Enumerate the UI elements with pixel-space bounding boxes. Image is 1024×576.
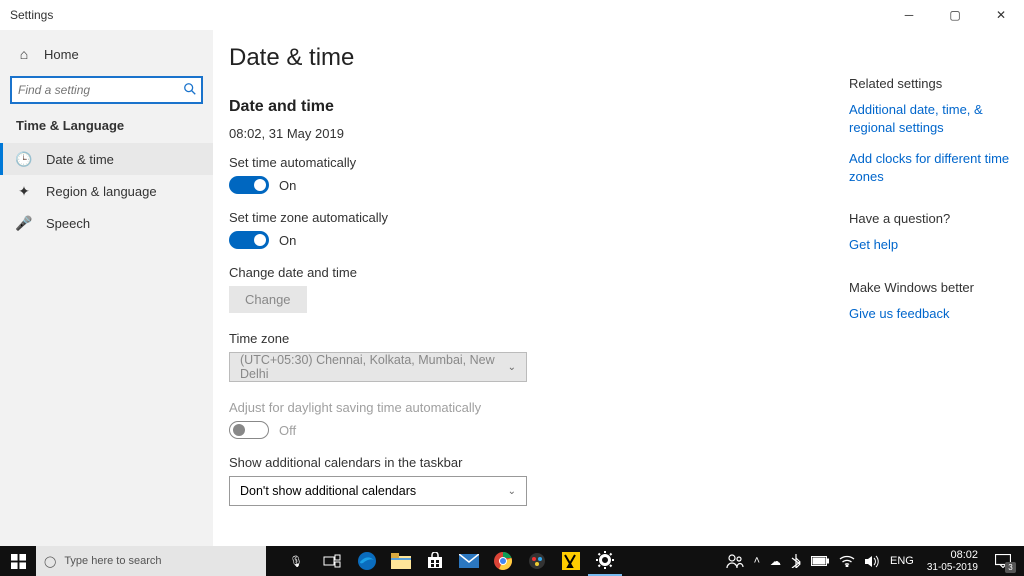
timezone-value: (UTC+05:30) Chennai, Kolkata, Mumbai, Ne… bbox=[240, 353, 508, 381]
cortana-icon: ◯ bbox=[44, 555, 56, 568]
current-datetime: 08:02, 31 May 2019 bbox=[229, 126, 829, 141]
language-icon: ✦ bbox=[16, 183, 32, 199]
have-question-heading: Have a question? bbox=[849, 211, 1014, 226]
set-tz-auto-label: Set time zone automatically bbox=[229, 210, 829, 225]
chevron-down-icon: ⌄ bbox=[508, 362, 516, 373]
show-cal-value: Don't show additional calendars bbox=[240, 484, 416, 498]
taskbar-app-misc2[interactable] bbox=[554, 546, 588, 576]
tray-battery-icon[interactable] bbox=[806, 546, 834, 576]
set-tz-auto-row: On bbox=[229, 231, 829, 249]
dst-label: Adjust for daylight saving time automati… bbox=[229, 400, 829, 415]
search-icon bbox=[183, 82, 197, 96]
window-title: Settings bbox=[10, 8, 886, 22]
sidebar-search[interactable] bbox=[10, 76, 203, 104]
search-input[interactable] bbox=[10, 76, 203, 104]
sidebar: ⌂ Home Time & Language 🕒 Date & time ✦ R… bbox=[0, 30, 213, 546]
tray-wifi-icon[interactable] bbox=[834, 546, 860, 576]
main-area: Date & time Date and time 08:02, 31 May … bbox=[213, 30, 1024, 546]
link-regional-settings[interactable]: Additional date, time, & regional settin… bbox=[849, 101, 1014, 136]
notification-badge: 3 bbox=[1005, 562, 1016, 573]
sidebar-item-label: Date & time bbox=[46, 152, 114, 167]
home-label: Home bbox=[44, 47, 79, 62]
clock-calendar-icon: 🕒 bbox=[16, 151, 32, 167]
content-pane: Date & time Date and time 08:02, 31 May … bbox=[213, 30, 849, 546]
maximize-button[interactable]: ▢ bbox=[932, 0, 978, 30]
page-title: Date & time bbox=[229, 44, 829, 72]
timezone-label: Time zone bbox=[229, 331, 829, 346]
link-add-clocks[interactable]: Add clocks for different time zones bbox=[849, 150, 1014, 185]
sidebar-item-region-language[interactable]: ✦ Region & language bbox=[0, 175, 213, 207]
start-button[interactable] bbox=[0, 546, 36, 576]
taskbar-app-store[interactable] bbox=[418, 546, 452, 576]
taskbar-app-chrome[interactable] bbox=[486, 546, 520, 576]
tray-onedrive-icon[interactable]: ☁ bbox=[765, 546, 786, 576]
sidebar-item-label: Region & language bbox=[46, 184, 157, 199]
settings-window: Settings ─ ▢ ✕ ⌂ Home Time & Language 🕒 … bbox=[0, 0, 1024, 576]
set-tz-auto-toggle[interactable] bbox=[229, 231, 269, 249]
tray-language[interactable]: ENG bbox=[885, 546, 919, 576]
minimize-button[interactable]: ─ bbox=[886, 0, 932, 30]
tray-date: 31-05-2019 bbox=[927, 562, 978, 573]
right-pane: Related settings Additional date, time, … bbox=[849, 30, 1024, 546]
show-cal-label: Show additional calendars in the taskbar bbox=[229, 455, 829, 470]
set-time-auto-label: Set time automatically bbox=[229, 155, 829, 170]
close-button[interactable]: ✕ bbox=[978, 0, 1024, 30]
task-view-button[interactable] bbox=[314, 546, 350, 576]
home-icon: ⌂ bbox=[16, 46, 32, 62]
sidebar-item-date-time[interactable]: 🕒 Date & time bbox=[0, 143, 213, 175]
system-tray: ˄ ☁ ENG 08:02 31-05-2019 bbox=[721, 546, 1024, 576]
titlebar: Settings ─ ▢ ✕ bbox=[0, 0, 1024, 30]
tray-people-icon[interactable] bbox=[721, 546, 749, 576]
timezone-dropdown: (UTC+05:30) Chennai, Kolkata, Mumbai, Ne… bbox=[229, 352, 527, 382]
taskbar-search-placeholder: Type here to search bbox=[64, 555, 161, 567]
set-time-auto-state: On bbox=[279, 178, 296, 193]
taskbar-search[interactable]: ◯ Type here to search bbox=[36, 546, 266, 576]
link-give-feedback[interactable]: Give us feedback bbox=[849, 305, 1014, 323]
chevron-down-icon: ⌄ bbox=[508, 486, 516, 497]
taskbar-app-settings[interactable] bbox=[588, 546, 622, 576]
dst-toggle bbox=[229, 421, 269, 439]
make-better-heading: Make Windows better bbox=[849, 280, 1014, 295]
tray-clock[interactable]: 08:02 31-05-2019 bbox=[919, 546, 986, 576]
tray-chevron-up-icon[interactable]: ˄ bbox=[749, 546, 765, 576]
cortana-mic-icon[interactable]: 🎙 bbox=[278, 546, 314, 576]
date-time-heading: Date and time bbox=[229, 98, 829, 116]
set-tz-auto-state: On bbox=[279, 233, 296, 248]
set-time-auto-toggle[interactable] bbox=[229, 176, 269, 194]
sidebar-category: Time & Language bbox=[0, 118, 213, 143]
taskbar-app-mail[interactable] bbox=[452, 546, 486, 576]
tray-bluetooth-icon[interactable] bbox=[786, 546, 806, 576]
sidebar-item-speech[interactable]: 🎤 Speech bbox=[0, 207, 213, 239]
change-button: Change bbox=[229, 286, 307, 313]
tray-time: 08:02 bbox=[927, 549, 978, 561]
set-time-auto-row: On bbox=[229, 176, 829, 194]
taskbar-app-edge[interactable] bbox=[350, 546, 384, 576]
related-settings-heading: Related settings bbox=[849, 76, 1014, 91]
taskbar: ◯ Type here to search 🎙 bbox=[0, 546, 1024, 576]
action-center-button[interactable]: 3 bbox=[986, 546, 1020, 576]
link-get-help[interactable]: Get help bbox=[849, 236, 1014, 254]
microphone-icon: 🎤 bbox=[16, 215, 32, 231]
taskbar-app-explorer[interactable] bbox=[384, 546, 418, 576]
change-dt-label: Change date and time bbox=[229, 265, 829, 280]
tray-volume-icon[interactable] bbox=[860, 546, 885, 576]
taskbar-app-misc1[interactable] bbox=[520, 546, 554, 576]
show-cal-dropdown[interactable]: Don't show additional calendars ⌄ bbox=[229, 476, 527, 506]
home-button[interactable]: ⌂ Home bbox=[0, 36, 213, 72]
sidebar-item-label: Speech bbox=[46, 216, 90, 231]
dst-row: Off bbox=[229, 421, 829, 439]
window-body: ⌂ Home Time & Language 🕒 Date & time ✦ R… bbox=[0, 30, 1024, 546]
dst-state: Off bbox=[279, 423, 296, 438]
